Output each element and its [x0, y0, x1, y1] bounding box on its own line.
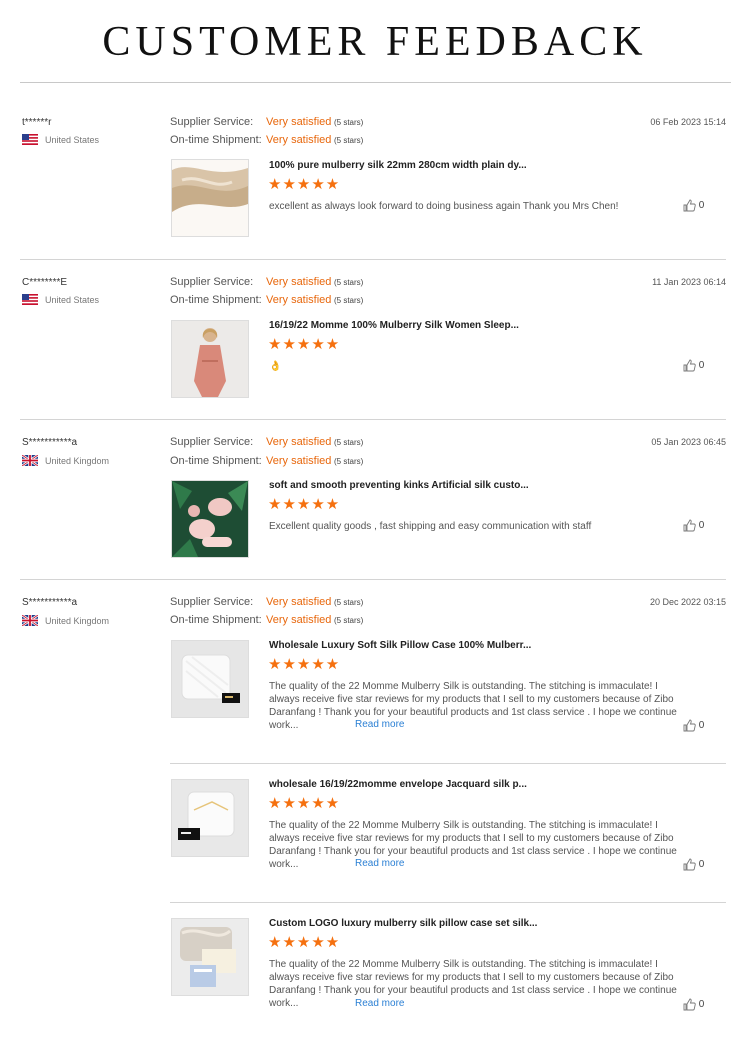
- reviewer-country: United Kingdom: [45, 456, 110, 466]
- page-title: CUSTOMER FEEDBACK: [102, 19, 648, 65]
- thumbs-up-icon: [683, 998, 696, 1011]
- product-stars: ★★★★★: [268, 795, 341, 812]
- ontime-shipment-label: On-time Shipment:: [170, 294, 262, 306]
- us-flag-icon: [22, 134, 38, 145]
- review-date: 06 Feb 2023 15:14: [650, 117, 726, 127]
- shipment-stars-count: (5 stars): [334, 616, 364, 625]
- read-more-link[interactable]: Read more: [355, 719, 404, 730]
- uk-flag-icon: [22, 455, 38, 466]
- review-divider: [20, 259, 726, 260]
- review-divider: [20, 419, 726, 420]
- thumbs-up-icon: [683, 519, 696, 532]
- like-button[interactable]: 0: [683, 519, 704, 532]
- reviewer-name: C********E: [22, 277, 68, 288]
- product-title[interactable]: Custom LOGO luxury mulberry silk pillow …: [269, 918, 537, 929]
- review-comment: The quality of the 22 Momme Mulberry Sil…: [269, 820, 677, 870]
- reviewer-name: t******r: [22, 117, 52, 128]
- shipment-rating: Very satisfied: [266, 614, 332, 626]
- reviewer-country: United States: [45, 135, 100, 145]
- jacquard-pillowcase-thumbnail[interactable]: [171, 779, 249, 857]
- product-stars: ★★★★★: [268, 176, 341, 193]
- like-count: 0: [698, 520, 705, 532]
- review-comment: 👌: [269, 361, 282, 372]
- supplier-rating: Very satisfied: [266, 276, 332, 288]
- product-title[interactable]: soft and smooth preventing kinks Artific…: [269, 480, 529, 491]
- title-divider: [20, 82, 731, 83]
- review-comment: excellent as always look forward to doin…: [269, 201, 619, 212]
- product-divider: [170, 763, 726, 764]
- shipment-rating: Very satisfied: [266, 455, 332, 467]
- like-button[interactable]: 0: [683, 858, 704, 871]
- product-stars: ★★★★★: [268, 934, 341, 951]
- reviewer-country: United Kingdom: [45, 616, 110, 626]
- thumbs-up-icon: [683, 719, 696, 732]
- product-stars: ★★★★★: [268, 656, 341, 673]
- like-button[interactable]: 0: [683, 998, 704, 1011]
- product-stars: ★★★★★: [268, 496, 341, 513]
- supplier-rating: Very satisfied: [266, 116, 332, 128]
- review-comment: The quality of the 22 Momme Mulberry Sil…: [269, 959, 677, 1009]
- review-comment: The quality of the 22 Momme Mulberry Sil…: [269, 681, 677, 731]
- like-count: 0: [698, 999, 705, 1011]
- thumbs-up-icon: [683, 199, 696, 212]
- read-more-link[interactable]: Read more: [355, 858, 404, 869]
- product-divider: [170, 902, 726, 903]
- supplier-service-label: Supplier Service:: [170, 276, 254, 288]
- like-button[interactable]: 0: [683, 199, 704, 212]
- shipment-rating: Very satisfied: [266, 294, 332, 306]
- thumbs-up-icon: [683, 858, 696, 871]
- uk-flag-icon: [22, 615, 38, 626]
- supplier-stars-count: (5 stars): [334, 598, 364, 607]
- shipment-stars-count: (5 stars): [334, 457, 364, 466]
- reviewer-country: United States: [45, 295, 100, 305]
- supplier-stars-count: (5 stars): [334, 118, 364, 127]
- like-count: 0: [698, 859, 705, 871]
- like-button[interactable]: 0: [683, 719, 704, 732]
- supplier-rating: Very satisfied: [266, 596, 332, 608]
- review-comment: Excellent quality goods , fast shipping …: [269, 521, 592, 532]
- us-flag-icon: [22, 294, 38, 305]
- silk-scrunchie-set-thumbnail[interactable]: [171, 480, 249, 558]
- product-title[interactable]: 16/19/22 Momme 100% Mulberry Silk Women …: [269, 320, 519, 331]
- supplier-service-label: Supplier Service:: [170, 436, 254, 448]
- like-button[interactable]: 0: [683, 359, 704, 372]
- supplier-rating: Very satisfied: [266, 436, 332, 448]
- product-stars: ★★★★★: [268, 336, 341, 353]
- review-date: 20 Dec 2022 03:15: [649, 597, 726, 607]
- shipment-stars-count: (5 stars): [334, 136, 364, 145]
- shipment-rating: Very satisfied: [266, 134, 332, 146]
- pillowcase-set-thumbnail[interactable]: [171, 918, 249, 996]
- ontime-shipment-label: On-time Shipment:: [170, 455, 262, 467]
- like-count: 0: [698, 720, 705, 732]
- shipment-stars-count: (5 stars): [334, 296, 364, 305]
- review-date: 05 Jan 2023 06:45: [651, 437, 726, 447]
- silk-robe-thumbnail[interactable]: [171, 320, 249, 398]
- white-pillowcase-thumbnail[interactable]: [171, 640, 249, 718]
- supplier-stars-count: (5 stars): [334, 278, 364, 287]
- reviewer-name: S***********a: [22, 437, 78, 448]
- product-title[interactable]: Wholesale Luxury Soft Silk Pillow Case 1…: [269, 640, 531, 651]
- ontime-shipment-label: On-time Shipment:: [170, 614, 262, 626]
- thumbs-up-icon: [683, 359, 696, 372]
- review-divider: [20, 579, 726, 580]
- review-date: 11 Jan 2023 06:14: [652, 277, 726, 287]
- product-title[interactable]: 100% pure mulberry silk 22mm 280cm width…: [269, 160, 527, 171]
- ontime-shipment-label: On-time Shipment:: [170, 134, 262, 146]
- supplier-stars-count: (5 stars): [334, 438, 364, 447]
- supplier-service-label: Supplier Service:: [170, 596, 254, 608]
- like-count: 0: [698, 360, 705, 372]
- product-title[interactable]: wholesale 16/19/22momme envelope Jacquar…: [269, 779, 527, 790]
- silk-fabric-thumbnail[interactable]: [171, 159, 249, 237]
- read-more-link[interactable]: Read more: [355, 998, 404, 1009]
- reviewer-name: S***********a: [22, 597, 78, 608]
- supplier-service-label: Supplier Service:: [170, 116, 254, 128]
- like-count: 0: [698, 200, 705, 212]
